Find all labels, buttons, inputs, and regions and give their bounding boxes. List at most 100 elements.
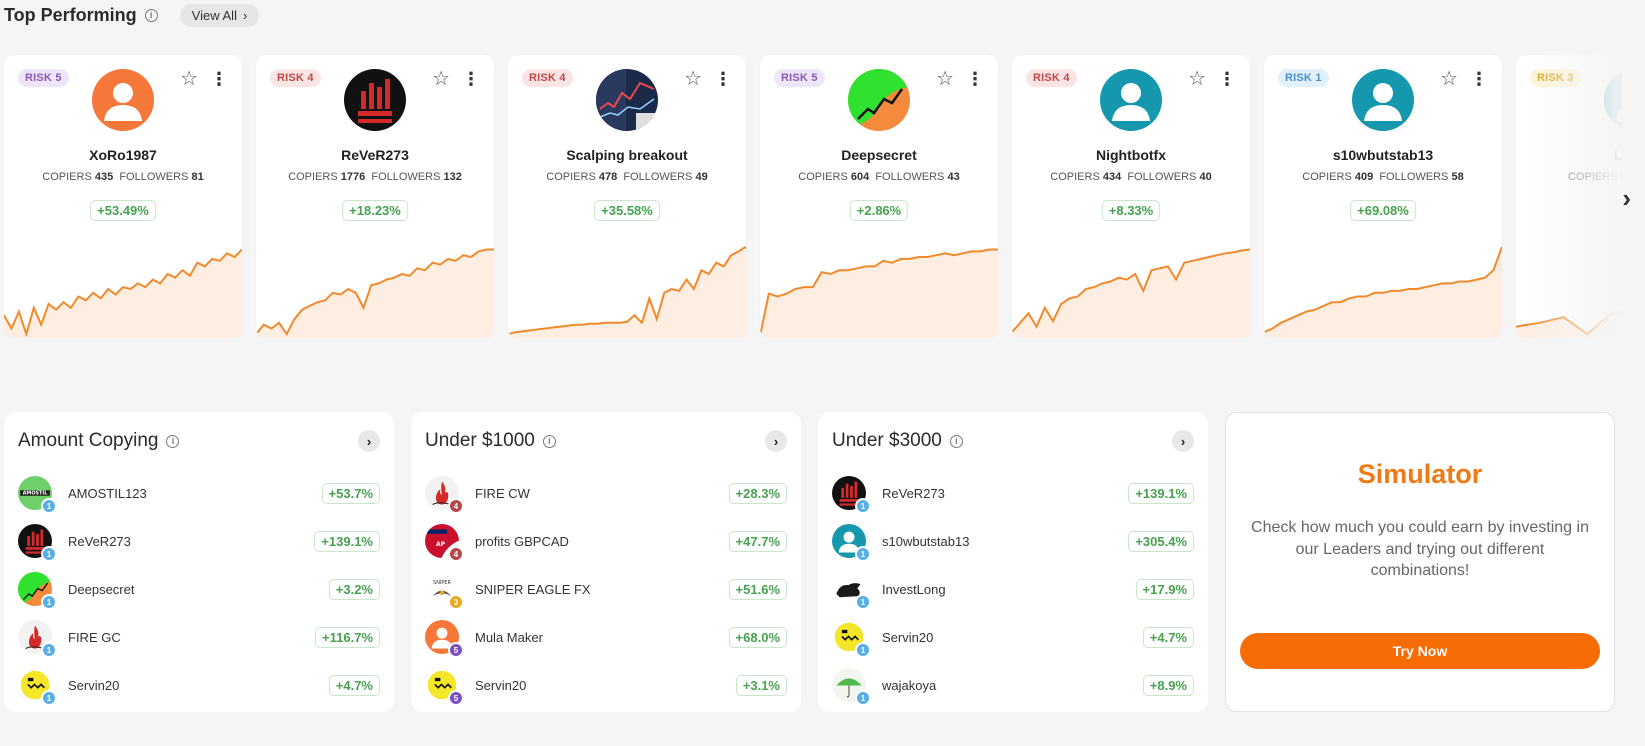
return-badge: +17.9% [1135, 578, 1194, 600]
leader-name[interactable]: ReVeR273 [256, 147, 494, 163]
leader-card[interactable]: RISK 1 ☆ ⋮ s10wbutstab13 COPIERS 409 FOLLOWE… [1264, 55, 1502, 338]
view-all-button[interactable]: View All › [179, 4, 260, 27]
list-item[interactable]: 1 ReVeR273 +139.1% [832, 469, 1194, 517]
star-icon[interactable]: ☆ [684, 69, 702, 89]
leader-stats: COPIERS 478 FOLLOWERS 49 [508, 171, 746, 183]
return-badge: +2.86% [849, 200, 909, 221]
star-icon[interactable]: ☆ [936, 69, 954, 89]
panel-under-3000: Under $3000 i › 1 ReVeR273 +139.1% 1 s10wbutsta… [818, 412, 1208, 712]
leader-card[interactable]: RISK 4 ☆ ⋮ ReVeR273 COPIERS 1776 FOLLOWERS 1… [256, 55, 494, 338]
list-item[interactable]: 1 Deepsecret +3.2% [18, 565, 380, 613]
panel-under-1000: Under $1000 i › 4 FIRE CW +28.3% AP 4 profits GB… [411, 412, 801, 712]
info-icon[interactable]: i [144, 9, 158, 22]
list-item[interactable]: 4 FIRE CW +28.3% [425, 469, 787, 517]
carousel-next-icon[interactable]: › [1622, 183, 1631, 214]
panel-next-button[interactable]: › [358, 430, 380, 452]
return-badge: +28.3% [728, 482, 787, 504]
list-item[interactable]: AP 4 profits GBPCAD +47.7% [425, 517, 787, 565]
copiers-count: 435 [94, 171, 114, 183]
try-now-button[interactable]: Try Now [1240, 633, 1600, 669]
equity-sparkline [256, 248, 494, 338]
section-header: Top Performing i View All › [4, 4, 260, 27]
list-item[interactable]: 1 Servin20 +4.7% [18, 661, 380, 709]
equity-sparkline [4, 248, 242, 338]
copiers-count: 1776 [340, 171, 366, 183]
panel-next-button[interactable]: › [1172, 430, 1194, 452]
level-badge: 1 [855, 642, 871, 658]
leader-card[interactable]: RISK 3☆⋮LIGHTCOPIERS 5 FOLLOWERS + [1516, 55, 1622, 338]
leader-name: SNIPER EAGLE FX [475, 581, 591, 597]
followers-count: 43 [947, 171, 960, 183]
list-item[interactable]: 5 Mula Maker +68.0% [425, 613, 787, 661]
leader-stats: COPIERS 434 FOLLOWERS 40 [1012, 171, 1250, 183]
avatar: 1 [832, 620, 871, 658]
info-icon[interactable]: i [166, 434, 180, 448]
more-options-icon[interactable]: ⋮ [966, 70, 984, 88]
star-icon[interactable]: ☆ [1188, 69, 1206, 89]
card-actions: ☆ ⋮ [1440, 69, 1488, 89]
copiers-label: COPIERS [288, 171, 338, 183]
risk-badge: RISK 1 [1278, 69, 1329, 87]
leader-list: 4 FIRE CW +28.3% AP 4 profits GBPCAD +47.7% SNI… [425, 469, 787, 709]
list-item[interactable]: AMOSTIL 1 AMOSTIL123 +53.7% [18, 469, 380, 517]
list-item[interactable]: 1 Servin20 +4.7% [832, 613, 1194, 661]
leader-name[interactable]: LIGHT [1516, 147, 1622, 163]
leader-stats: COPIERS 1776 FOLLOWERS 132 [256, 171, 494, 183]
star-icon[interactable]: ☆ [432, 69, 450, 89]
followers-label: FOLLOWERS [1127, 171, 1197, 183]
return-badge: +18.23% [342, 200, 408, 221]
more-options-icon[interactable]: ⋮ [210, 70, 228, 88]
avatar [92, 69, 154, 131]
leader-name: ReVeR273 [882, 485, 945, 501]
chevron-right-icon: › [1180, 433, 1186, 449]
copiers-label: COPIERS [1302, 171, 1352, 183]
more-options-icon[interactable]: ⋮ [714, 70, 732, 88]
list-item[interactable]: SNIPER 3 SNIPER EAGLE FX +51.6% [425, 565, 787, 613]
return-badge: +51.6% [728, 578, 787, 600]
followers-count: 40 [1199, 171, 1212, 183]
leader-name: Servin20 [68, 677, 120, 693]
avatar: 1 [18, 572, 57, 610]
leader-name[interactable]: s10wbutstab13 [1264, 147, 1502, 163]
list-item[interactable]: 1 ReVeR273 +139.1% [18, 517, 380, 565]
list-item[interactable]: 1 FIRE GC +116.7% [18, 613, 380, 661]
panel-next-button[interactable]: › [765, 430, 787, 452]
leader-card[interactable]: RISK 5 ☆ ⋮ XoRo1987 COPIERS 435 FOLLOWERS 81… [4, 55, 242, 338]
leader-name: AMOSTIL123 [68, 485, 147, 501]
panel-amount-copying: Amount Copying i › AMOSTIL 1 AMOSTIL123 +53.7%… [4, 412, 394, 712]
leader-card[interactable]: RISK 4 ☆ ⋮ Scalping breakout COPIERS 478 FOL… [508, 55, 746, 338]
more-options-icon[interactable]: ⋮ [1470, 70, 1488, 88]
leader-card[interactable]: RISK 4 ☆ ⋮ Nightbotfx COPIERS 434 FOLLOWERS … [1012, 55, 1250, 338]
avatar: AP 4 [425, 524, 464, 562]
info-icon[interactable]: i [949, 434, 963, 448]
info-icon[interactable]: i [542, 434, 556, 448]
equity-sparkline [1264, 246, 1502, 338]
leader-name[interactable]: XoRo1987 [4, 147, 242, 163]
copiers-count: 604 [850, 171, 870, 183]
list-item[interactable]: 5 Servin20 +3.1% [425, 661, 787, 709]
risk-badge: RISK 5 [18, 69, 69, 87]
more-options-icon[interactable]: ⋮ [462, 70, 480, 88]
return-badge: +68.0% [728, 626, 787, 648]
leader-list: AMOSTIL 1 AMOSTIL123 +53.7% 1 ReVeR273 +139.1%… [18, 469, 380, 709]
star-icon[interactable]: ☆ [1440, 69, 1458, 89]
more-options-icon[interactable]: ⋮ [1218, 70, 1236, 88]
level-badge: 1 [855, 498, 871, 514]
panel-title: Under $3000 [832, 430, 942, 451]
list-item[interactable]: 1 wajakoya +8.9% [832, 661, 1194, 709]
leader-name[interactable]: Deepsecret [760, 147, 998, 163]
copiers-count: 434 [1102, 171, 1122, 183]
level-badge: 1 [855, 594, 871, 610]
list-item[interactable]: 1 InvestLong +17.9% [832, 565, 1194, 613]
avatar [596, 69, 658, 131]
star-icon[interactable]: ☆ [180, 69, 198, 89]
leader-name: Deepsecret [68, 581, 135, 597]
panel-header: Amount Copying i [18, 430, 180, 452]
leader-name[interactable]: Scalping breakout [508, 147, 746, 163]
leader-name[interactable]: Nightbotfx [1012, 147, 1250, 163]
followers-label: FOLLOWERS [119, 171, 189, 183]
leader-card[interactable]: RISK 5 ☆ ⋮ Deepsecret COPIERS 604 FOLLOWERS … [760, 55, 998, 338]
list-item[interactable]: 1 s10wbutstab13 +305.4% [832, 517, 1194, 565]
followers-label: FOLLOWERS [623, 171, 693, 183]
return-badge: +8.9% [1142, 674, 1194, 696]
